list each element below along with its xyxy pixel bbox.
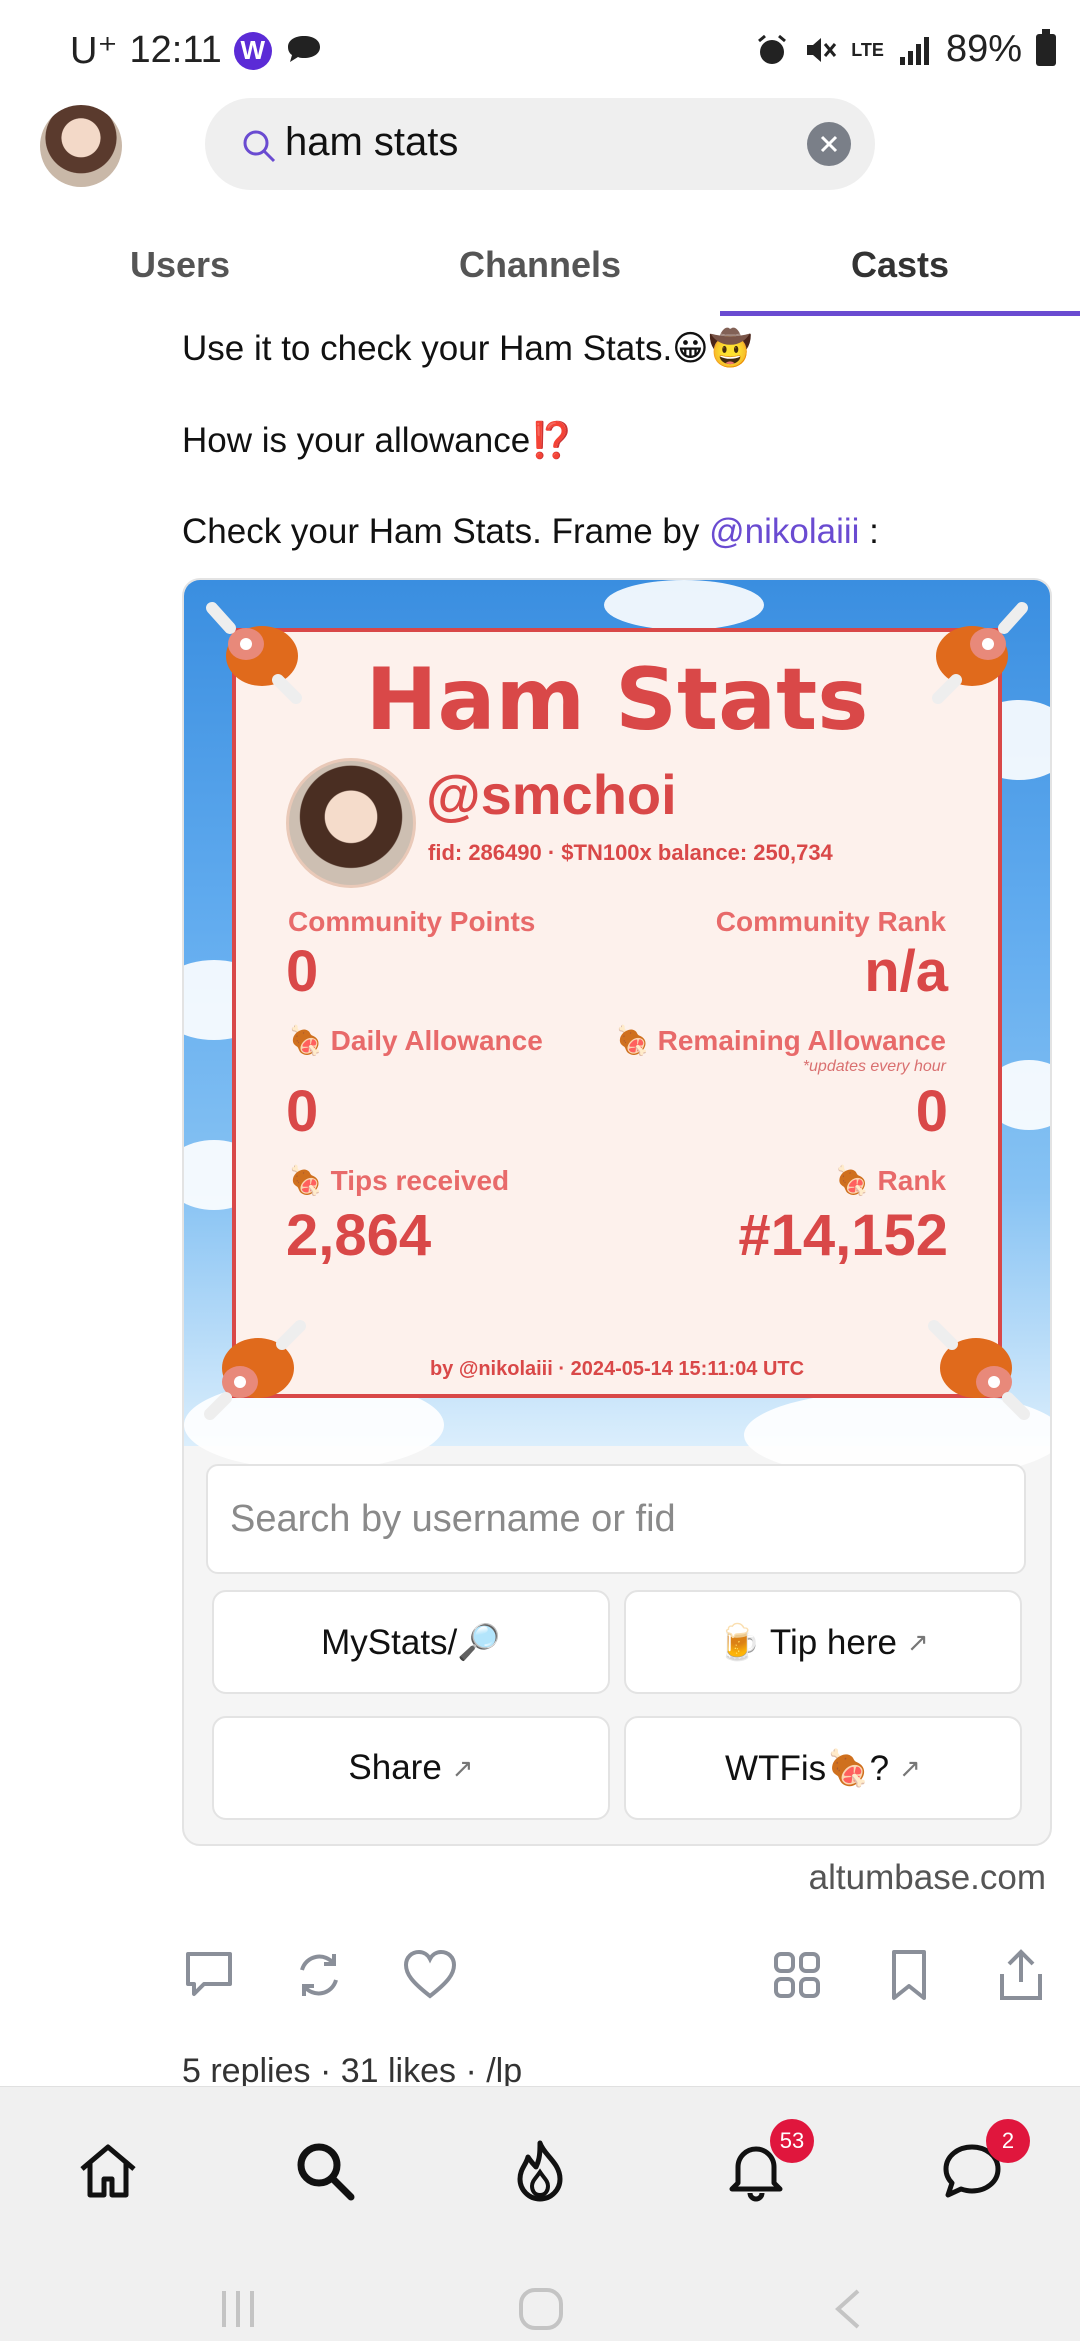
messages-badge: 2: [986, 2119, 1030, 2163]
daily-allowance-value: 0: [286, 1079, 319, 1144]
home-system-icon[interactable]: [518, 2287, 564, 2331]
share-button-label: Share: [348, 1748, 442, 1787]
grid-apps-icon[interactable]: [770, 1948, 824, 2002]
remaining-allowance-label: 🍖 Remaining Allowance: [614, 1025, 946, 1056]
external-link-icon: ↗: [906, 1626, 929, 1657]
tip-here-button-label: 🍺 Tip here: [717, 1622, 897, 1662]
external-link-icon: ↗: [899, 1752, 921, 1783]
signal-icon: [899, 36, 929, 65]
remaining-allowance-value: 0: [915, 1079, 948, 1144]
nav-messages[interactable]: 2: [932, 2119, 1030, 2211]
cast-line-3: Check your Ham Stats. Frame by @nikolaii…: [182, 512, 879, 552]
rank-label: 🍖 Rank: [834, 1165, 946, 1196]
rank-value: #14,152: [738, 1203, 948, 1268]
community-rank-value: n/a: [864, 939, 948, 1004]
tips-received-text: Tips received: [330, 1165, 510, 1196]
tip-here-button[interactable]: 🍺 Tip here ↗: [624, 1590, 1022, 1694]
nav-notifications[interactable]: 53: [716, 2119, 814, 2211]
nav-search[interactable]: [285, 2131, 365, 2211]
tab-users[interactable]: Users: [0, 244, 360, 286]
tab-casts[interactable]: Casts: [720, 244, 1080, 286]
wtfis-button-label: WTFis🍖?: [725, 1748, 890, 1788]
mystats-button[interactable]: MyStats/🔎: [212, 1590, 610, 1694]
ham-leg-icon: [932, 602, 1028, 704]
cast-line-3-text: Check your Ham Stats. Frame by: [182, 512, 710, 551]
bookmark-icon[interactable]: [882, 1948, 936, 2002]
frame-title: Ham Stats: [365, 650, 869, 750]
ham-leg-icon: [206, 602, 302, 704]
active-tab-indicator: [720, 311, 1080, 316]
search-bar[interactable]: ham stats: [205, 98, 875, 190]
carrier-label: U⁺: [70, 30, 118, 72]
recast-icon[interactable]: [292, 1948, 346, 2002]
reply-icon[interactable]: [182, 1948, 236, 2002]
back-icon[interactable]: [830, 2287, 864, 2331]
battery-icon: [1036, 28, 1056, 66]
frame-credit: by @nikolaiii · 2024-05-14 15:11:04 UTC: [429, 1358, 805, 1380]
frame-search-field[interactable]: [206, 1464, 1026, 1574]
chat-bubble-icon: [287, 35, 320, 62]
user-avatar[interactable]: [40, 105, 122, 187]
cast-line-1: Use it to check your Ham Stats.😀🤠: [182, 329, 753, 368]
stats-card: Ham Stats @smchoi fid: 286490 · $TN100x …: [232, 628, 1002, 1398]
rank-text: Rank: [877, 1165, 946, 1196]
clock: 12:11: [129, 29, 222, 71]
fid-balance-line: fid: 286490 · $TN100x balance: 250,734: [428, 840, 833, 865]
external-link-icon: ↗: [451, 1752, 474, 1783]
share-button[interactable]: Share ↗: [212, 1716, 610, 1820]
network-type: LTE: [851, 39, 884, 60]
profile-avatar: [286, 758, 416, 888]
community-rank-label: Community Rank: [715, 906, 946, 937]
bottom-navigation: 53 2: [0, 2086, 1080, 2341]
frame-domain[interactable]: altumbase.com: [809, 1858, 1046, 1898]
nav-home[interactable]: [68, 2131, 148, 2211]
battery-percent: 89%: [945, 28, 1022, 70]
flame-icon: [517, 2140, 563, 2202]
clear-search-button[interactable]: [807, 122, 851, 166]
close-icon: [820, 135, 838, 153]
search-tabs: Users Channels Casts: [0, 232, 1080, 316]
like-icon[interactable]: [402, 1948, 458, 2002]
wtfis-button[interactable]: WTFis🍖? ↗: [624, 1716, 1022, 1820]
cast-line-3-suffix: :: [859, 512, 879, 551]
tips-received-label: 🍖 Tips received: [288, 1165, 510, 1196]
community-points-value: 0: [286, 939, 319, 1004]
app-w-icon: W: [233, 31, 272, 70]
cast-frame: Ham Stats @smchoi fid: 286490 · $TN100x …: [182, 578, 1052, 1846]
daily-allowance-label: 🍖 Daily Allowance: [288, 1025, 543, 1056]
mute-icon: [807, 37, 837, 62]
alarm-icon: [758, 34, 787, 64]
search-input[interactable]: ham stats: [285, 120, 458, 165]
notifications-badge: 53: [770, 2119, 814, 2163]
recent-apps-icon[interactable]: [218, 2287, 258, 2331]
tips-received-value: 2,864: [286, 1203, 432, 1268]
daily-allowance-text: Daily Allowance: [330, 1025, 543, 1056]
ham-stats-image[interactable]: Ham Stats @smchoi fid: 286490 · $TN100x …: [184, 580, 1050, 1480]
search-icon: [297, 2143, 355, 2201]
frame-handle: @smchoi: [426, 763, 677, 826]
ham-leg-icon: [204, 1320, 306, 1420]
remaining-allowance-text: Remaining Allowance: [657, 1025, 946, 1056]
search-icon: [243, 130, 276, 163]
home-icon: [80, 2144, 136, 2198]
update-note: *updates every hour: [802, 1058, 946, 1075]
mention-link[interactable]: @nikolaiii: [709, 512, 859, 551]
cast-actions: [0, 1948, 1080, 2008]
tab-channels[interactable]: Channels: [360, 244, 720, 286]
frame-search-input[interactable]: [208, 1466, 1024, 1572]
mystats-button-label: MyStats/🔎: [321, 1622, 501, 1662]
cast-line-2: How is your allowance⁉️: [182, 421, 574, 460]
community-points-label: Community Points: [288, 906, 536, 937]
nav-trending[interactable]: [500, 2131, 580, 2211]
status-bar: U⁺ 12:11 W LTE 89%: [0, 0, 1080, 100]
ham-leg-icon: [928, 1320, 1030, 1420]
share-icon[interactable]: [994, 1948, 1048, 2002]
